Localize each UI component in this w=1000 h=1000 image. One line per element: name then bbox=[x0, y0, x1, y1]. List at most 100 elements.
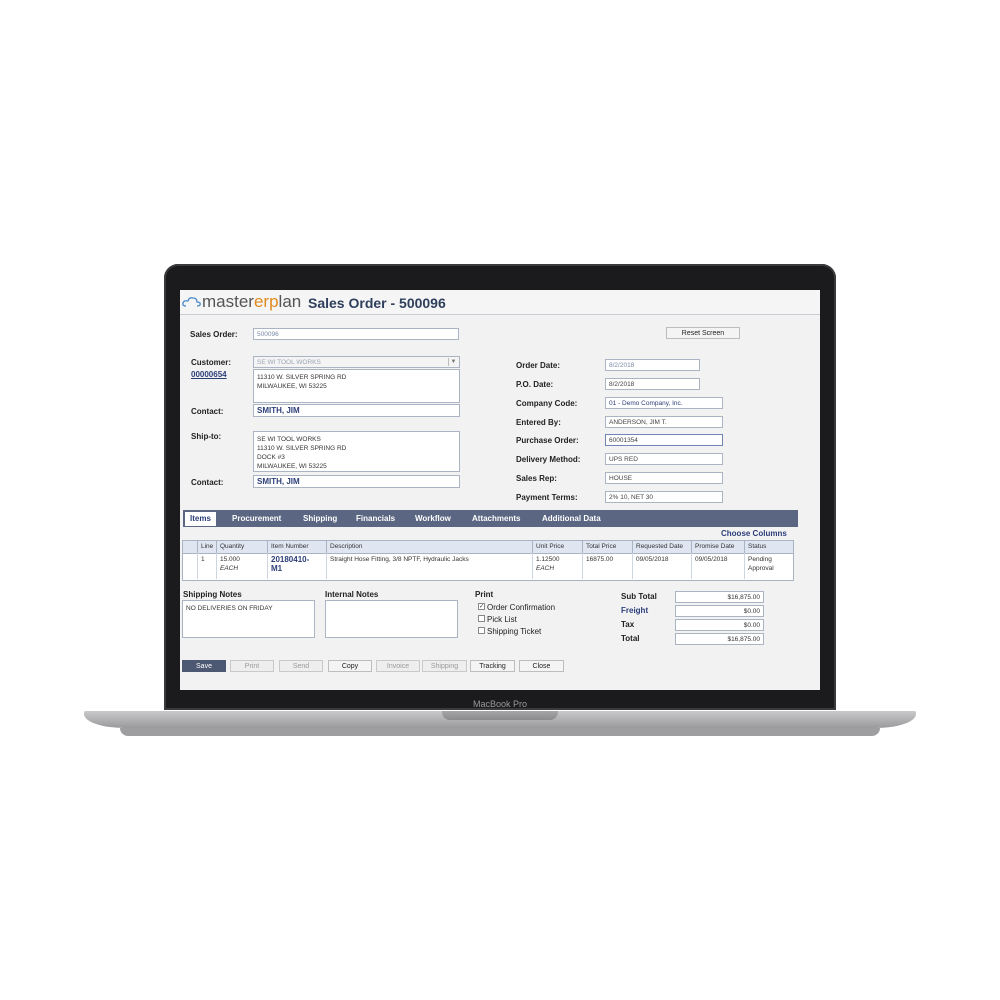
column-header-description[interactable]: Description bbox=[326, 541, 532, 553]
payment-terms-input[interactable]: 2% 10, NET 30 bbox=[605, 491, 723, 503]
shipto-line: SE WI TOOL WORKS bbox=[257, 436, 321, 443]
cell-description: Straight Hose Fitting, 3/8 NPTF, Hydraul… bbox=[330, 556, 469, 563]
customer-address-line: 11310 W. SILVER SPRING RD bbox=[257, 374, 347, 381]
customer-select[interactable]: SE WI TOOL WORKS ▼ bbox=[253, 356, 460, 368]
tab-shipping[interactable]: Shipping bbox=[303, 510, 337, 527]
tab-attachments[interactable]: Attachments bbox=[472, 510, 520, 527]
subtotal-label: Sub Total bbox=[621, 592, 657, 601]
customer-address-box[interactable]: 11310 W. SILVER SPRING RD MILWAUKEE, WI … bbox=[253, 369, 460, 403]
laptop-notch bbox=[442, 711, 558, 720]
shipto-line: DOCK #3 bbox=[257, 454, 285, 461]
column-header-promise-date[interactable]: Promise Date bbox=[691, 541, 744, 553]
shipping-ticket-checkbox[interactable] bbox=[478, 627, 485, 634]
order-confirmation-checkbox[interactable]: ✓ bbox=[478, 603, 485, 610]
column-header-unit-price[interactable]: Unit Price bbox=[532, 541, 582, 553]
contact-field[interactable]: SMITH, JIM bbox=[253, 404, 460, 417]
company-code-label: Company Code: bbox=[516, 399, 578, 408]
cell-quantity: 15.000 EACH bbox=[220, 555, 240, 573]
tracking-button[interactable]: Tracking bbox=[470, 660, 515, 672]
reset-screen-button[interactable]: Reset Screen bbox=[666, 327, 740, 339]
order-date-label: Order Date: bbox=[516, 361, 561, 370]
customer-id-link[interactable]: 00000654 bbox=[191, 370, 227, 379]
delivery-method-input[interactable]: UPS RED bbox=[605, 453, 723, 465]
sales-rep-input[interactable]: HOUSE bbox=[605, 472, 723, 484]
freight-value[interactable]: $0.00 bbox=[675, 605, 764, 617]
po-date-input[interactable]: 8/2/2018 bbox=[605, 378, 700, 390]
column-header-requested-date[interactable]: Requested Date bbox=[632, 541, 691, 553]
print-label: Print bbox=[475, 590, 494, 599]
column-header-total-price[interactable]: Total Price bbox=[582, 541, 632, 553]
cell-unit-price: 1.12500 EACH bbox=[536, 555, 560, 573]
sales-rep-label: Sales Rep: bbox=[516, 474, 557, 483]
print-button[interactable]: Print bbox=[230, 660, 274, 672]
shipto-address-box[interactable]: SE WI TOOL WORKS 11310 W. SILVER SPRING … bbox=[253, 431, 460, 472]
app-header: mastererplan Sales Order - 500096 bbox=[180, 290, 820, 315]
contact2-name: SMITH, JIM bbox=[257, 477, 300, 486]
column-header-item-number[interactable]: Item Number bbox=[267, 541, 326, 553]
pick-list-label: Pick List bbox=[487, 615, 517, 624]
subtotal-value: $16,875.00 bbox=[675, 591, 764, 603]
cell-item-number[interactable]: 20180410- M1 bbox=[271, 555, 309, 573]
payment-terms-label: Payment Terms: bbox=[516, 493, 578, 502]
purchase-order-label: Purchase Order: bbox=[516, 436, 579, 445]
internal-notes-textarea[interactable] bbox=[325, 600, 458, 638]
shipping-button[interactable]: Shipping bbox=[422, 660, 467, 672]
column-header-line[interactable]: Line bbox=[197, 541, 216, 553]
internal-notes-label: Internal Notes bbox=[325, 590, 379, 599]
contact2-field[interactable]: SMITH, JIM bbox=[253, 475, 460, 488]
logo-text-erp: erp bbox=[253, 292, 279, 311]
sales-order-input[interactable]: 500096 bbox=[253, 328, 459, 340]
freight-label[interactable]: Freight bbox=[621, 606, 648, 615]
shipto-line: MILWAUKEE, WI 53225 bbox=[257, 463, 327, 470]
shipto-line: 11310 W. SILVER SPRING RD bbox=[257, 445, 347, 452]
tab-bar: Items Procurement Shipping Financials Wo… bbox=[183, 510, 798, 527]
tab-financials[interactable]: Financials bbox=[356, 510, 395, 527]
contact2-label: Contact: bbox=[191, 478, 224, 487]
cell-item-number-line: 20180410- bbox=[271, 555, 310, 564]
contact-label: Contact: bbox=[191, 407, 224, 416]
cell-status-line: Pending bbox=[748, 556, 772, 563]
purchase-order-input[interactable]: 60001354 bbox=[605, 434, 723, 446]
items-grid: Line Quantity Item Number Description Un… bbox=[182, 540, 794, 581]
device-label: MacBook Pro bbox=[472, 699, 528, 709]
cell-requested-date: 09/05/2018 bbox=[636, 556, 669, 563]
chevron-down-icon[interactable]: ▼ bbox=[448, 358, 458, 366]
masterplan-logo[interactable]: mastererplan bbox=[182, 292, 301, 312]
app-screen: mastererplan Sales Order - 500096 Sales … bbox=[180, 290, 820, 690]
choose-columns-link[interactable]: Choose Columns bbox=[721, 529, 787, 538]
page-title: Sales Order - 500096 bbox=[308, 295, 446, 311]
cell-total-price: 16875.00 bbox=[586, 556, 614, 563]
tab-procurement[interactable]: Procurement bbox=[232, 510, 281, 527]
customer-select-value: SE WI TOOL WORKS bbox=[257, 359, 321, 366]
total-label: Total bbox=[621, 634, 640, 643]
total-value: $16,875.00 bbox=[675, 633, 764, 645]
tab-items[interactable]: Items bbox=[184, 511, 217, 527]
tab-additional-data[interactable]: Additional Data bbox=[542, 510, 601, 527]
save-button[interactable]: Save bbox=[182, 660, 226, 672]
entered-by-input[interactable]: ANDERSON, JIM T. bbox=[605, 416, 723, 428]
customer-label: Customer: bbox=[191, 358, 232, 367]
invoice-button[interactable]: Invoice bbox=[376, 660, 420, 672]
cell-quantity-value: 15.000 bbox=[220, 556, 240, 563]
cell-unit-price-value: 1.12500 bbox=[536, 556, 560, 563]
pick-list-checkbox[interactable] bbox=[478, 615, 485, 622]
shipping-notes-textarea[interactable]: NO DELIVERIES ON FRIDAY bbox=[182, 600, 315, 638]
send-button[interactable]: Send bbox=[279, 660, 323, 672]
entered-by-label: Entered By: bbox=[516, 418, 561, 427]
shipto-label: Ship-to: bbox=[191, 432, 222, 441]
close-button[interactable]: Close bbox=[519, 660, 564, 672]
cell-status-line: Approval bbox=[748, 565, 774, 572]
order-confirmation-label: Order Confirmation bbox=[487, 603, 556, 612]
delivery-method-label: Delivery Method: bbox=[516, 455, 581, 464]
logo-text-suffix: lan bbox=[278, 292, 302, 311]
laptop-base-shadow bbox=[120, 728, 880, 736]
column-header-status[interactable]: Status bbox=[744, 541, 793, 553]
shipping-ticket-label: Shipping Ticket bbox=[487, 627, 542, 636]
tab-workflow[interactable]: Workflow bbox=[415, 510, 451, 527]
grid-select-column[interactable] bbox=[183, 541, 197, 553]
column-header-quantity[interactable]: Quantity bbox=[216, 541, 267, 553]
contact-name: SMITH, JIM bbox=[257, 406, 300, 415]
copy-button[interactable]: Copy bbox=[328, 660, 372, 672]
order-date-input[interactable]: 8/2/2018 bbox=[605, 359, 700, 371]
company-code-input[interactable]: 01 - Demo Company, Inc. bbox=[605, 397, 723, 409]
